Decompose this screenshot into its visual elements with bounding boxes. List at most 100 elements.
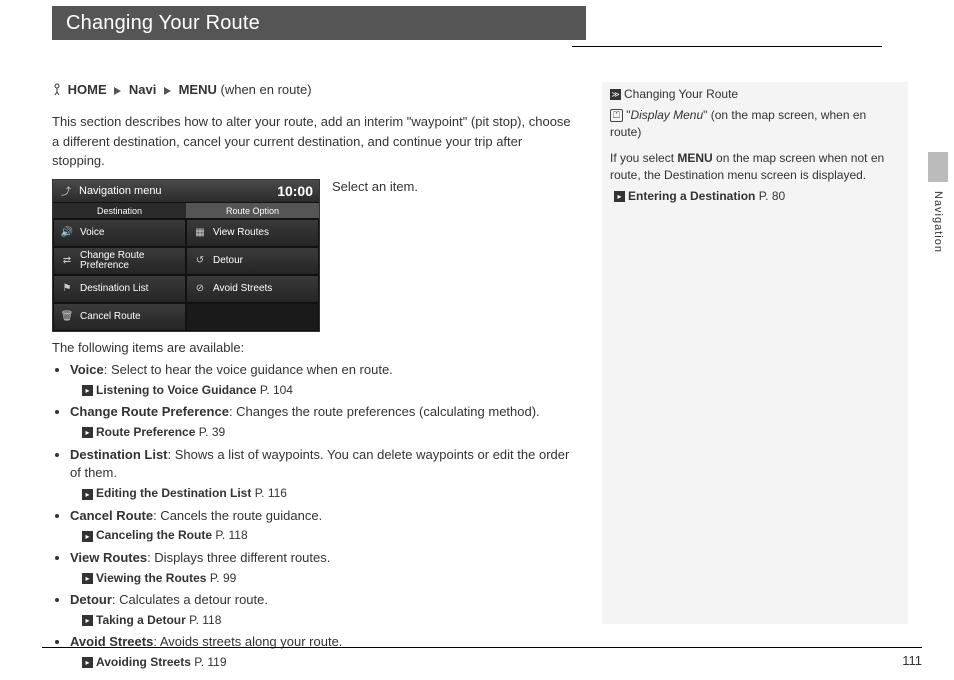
list-item: Avoid Streets: Avoids streets along your… <box>70 633 572 671</box>
link-icon: ≫ <box>610 89 621 100</box>
chevron-right-icon <box>164 87 171 95</box>
xref-page: P. 118 <box>215 528 247 542</box>
tab-destination: Destination <box>53 203 186 219</box>
item-title: Cancel Route <box>70 508 153 523</box>
nav-screenshot: ⤴ Navigation menu 10:00 Destination Rout… <box>52 179 320 332</box>
breadcrumb-suffix: (when en route) <box>221 82 312 97</box>
chevron-right-icon <box>114 87 121 95</box>
screenshot-row: ⤴ Navigation menu 10:00 Destination Rout… <box>52 179 572 332</box>
cell-detour: ↺ Detour <box>186 247 319 275</box>
tab-route-option: Route Option <box>186 203 319 219</box>
breadcrumb-menu: MENU <box>179 82 217 97</box>
breadcrumb-home: HOME <box>68 82 107 97</box>
cell-empty <box>186 303 319 331</box>
item-title: Change Route Preference <box>70 404 229 419</box>
item-title: Voice <box>70 362 104 377</box>
cell-view-routes: ▦ View Routes <box>186 219 319 247</box>
cell-avoid-label: Avoid Streets <box>213 283 272 294</box>
content-area: HOME Navi MENU (when en route) This sect… <box>52 82 954 676</box>
chapter-tab <box>928 152 948 182</box>
avoid-icon: ⊘ <box>193 282 207 296</box>
step-instruction: Select an item. <box>332 179 418 194</box>
sidebar-heading: ≫Changing Your Route <box>610 86 900 103</box>
cell-dest-list-label: Destination List <box>80 283 148 294</box>
cell-avoid: ⊘ Avoid Streets <box>186 275 319 303</box>
xref: ▸Listening to Voice Guidance P. 104 <box>82 382 572 399</box>
sidebar-note-prefix: If you select <box>610 151 677 165</box>
item-title: View Routes <box>70 550 147 565</box>
voice-command-icon: ⏍ <box>610 109 623 122</box>
list-item: View Routes: Displays three different ro… <box>70 549 572 587</box>
item-desc: : Displays three different routes. <box>147 550 330 565</box>
pref-l2: Preference <box>80 260 129 271</box>
xref-icon: ▸ <box>82 531 93 542</box>
sidebar-note-bold: MENU <box>677 151 712 165</box>
xref-page: P. 99 <box>210 571 236 585</box>
xref: ▸Taking a Detour P. 118 <box>82 612 572 629</box>
cell-cancel-label: Cancel Route <box>80 311 141 322</box>
item-desc: : Cancels the route guidance. <box>153 508 322 523</box>
nav-grid: 🔊 Voice ▦ View Routes ⇄ Change Route Pre… <box>53 219 319 331</box>
list-item: Detour: Calculates a detour route. ▸Taki… <box>70 591 572 629</box>
cell-voice-label: Voice <box>80 227 104 238</box>
list-item: Voice: Select to hear the voice guidance… <box>70 361 572 399</box>
xref: ▸Route Preference P. 39 <box>82 424 572 441</box>
xref-icon: ▸ <box>82 573 93 584</box>
cell-cancel: 🗑 Cancel Route <box>53 303 186 331</box>
routes-icon: ▦ <box>193 226 207 240</box>
xref: ▸Viewing the Routes P. 99 <box>82 570 572 587</box>
xref-label: Canceling the Route <box>96 528 212 542</box>
list-item: Destination List: Shows a list of waypoi… <box>70 446 572 503</box>
xref-label: Listening to Voice Guidance <box>96 383 256 397</box>
xref-page: P. 39 <box>199 425 225 439</box>
xref: ▸Canceling the Route P. 118 <box>82 527 572 544</box>
sidebar-note: If you select MENU on the map screen whe… <box>610 150 900 184</box>
item-title: Detour <box>70 592 112 607</box>
breadcrumb-navi: Navi <box>129 82 156 97</box>
sidebar-xref-page: P. 80 <box>759 189 785 203</box>
nav-shot-title: Navigation menu <box>73 185 277 197</box>
page-header: Changing Your Route <box>52 6 586 40</box>
page-number: 111 <box>902 653 922 668</box>
nav-shot-clock: 10:00 <box>277 183 313 199</box>
detour-icon: ↺ <box>193 254 207 268</box>
xref-page: P. 104 <box>260 383 293 397</box>
trash-icon: 🗑 <box>60 310 74 324</box>
xref-label: Editing the Destination List <box>96 486 251 500</box>
xref-page: P. 116 <box>255 486 287 500</box>
item-desc: : Changes the route preferences (calcula… <box>229 404 540 419</box>
cell-change-pref: ⇄ Change Route Preference <box>53 247 186 275</box>
breadcrumb: HOME Navi MENU (when en route) <box>52 82 572 98</box>
xref-icon: ▸ <box>82 427 93 438</box>
cell-voice: 🔊 Voice <box>53 219 186 247</box>
nav-top-bar: ⤴ Navigation menu 10:00 <box>53 180 319 203</box>
xref-label: Route Preference <box>96 425 195 439</box>
flag-icon: ⚑ <box>60 282 74 296</box>
xref: ▸Editing the Destination List P. 116 <box>82 485 572 502</box>
page-title: Changing Your Route <box>66 12 260 35</box>
item-desc: : Calculates a detour route. <box>112 592 268 607</box>
cell-change-pref-label: Change Route Preference <box>80 251 145 271</box>
xref-icon: ▸ <box>82 385 93 396</box>
xref-label: Viewing the Routes <box>96 571 206 585</box>
following-label: The following items are available: <box>52 338 572 358</box>
xref-label: Avoiding Streets <box>96 655 191 669</box>
sidebar-xref: ▸Entering a Destination P. 80 <box>614 188 900 205</box>
speaker-icon: 🔊 <box>60 226 74 240</box>
cell-detour-label: Detour <box>213 255 243 266</box>
main-column: HOME Navi MENU (when en route) This sect… <box>52 82 572 676</box>
xref-icon: ▸ <box>614 191 625 202</box>
sidebar: ≫Changing Your Route ⏍ "Display Menu" (o… <box>602 82 908 624</box>
sidebar-heading-text: Changing Your Route <box>624 87 738 101</box>
xref-page: P. 118 <box>189 613 221 627</box>
xref-icon: ▸ <box>82 657 93 668</box>
xref-icon: ▸ <box>82 489 93 500</box>
footer-rule <box>42 647 922 648</box>
cell-dest-list: ⚑ Destination List <box>53 275 186 303</box>
header-rule <box>572 46 882 47</box>
xref-label: Taking a Detour <box>96 613 186 627</box>
cell-view-routes-label: View Routes <box>213 227 269 238</box>
back-icon: ⤴ <box>59 184 73 198</box>
xref: ▸Avoiding Streets P. 119 <box>82 654 572 671</box>
list-item: Cancel Route: Cancels the route guidance… <box>70 507 572 545</box>
